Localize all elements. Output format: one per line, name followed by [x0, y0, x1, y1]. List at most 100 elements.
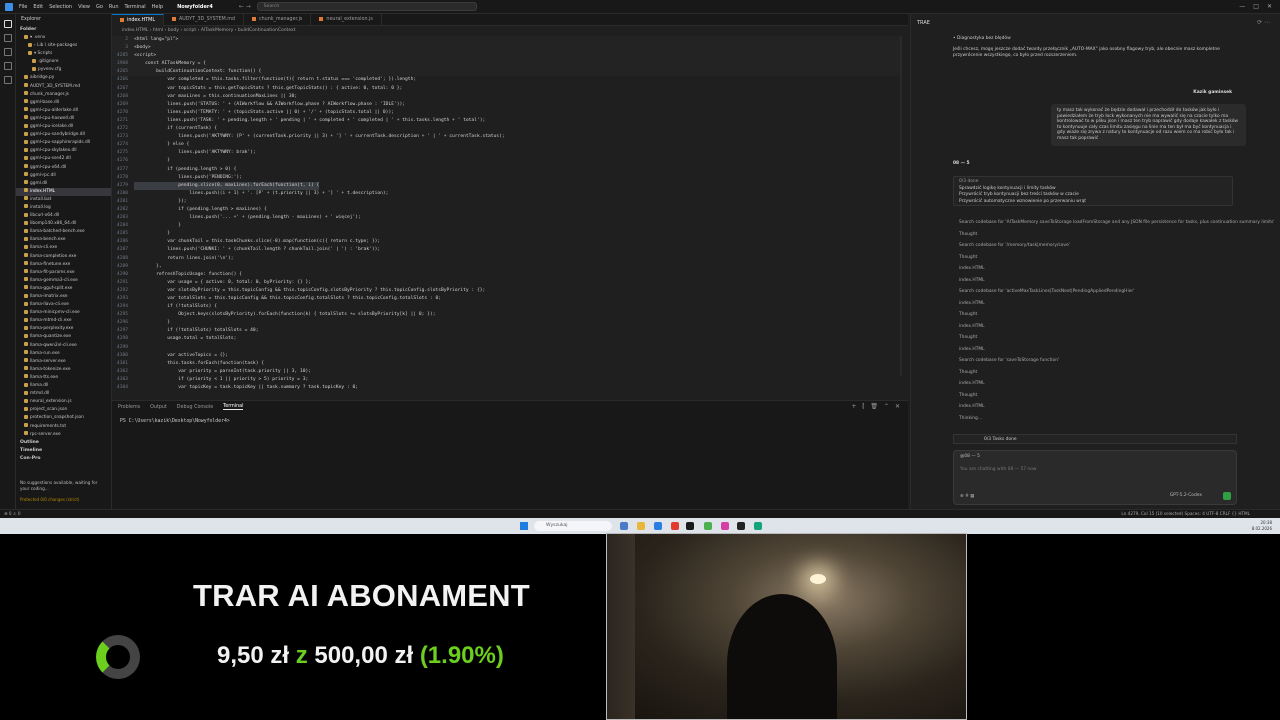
code-line[interactable]: 4286 var chunkTail = this.taskChunks.sli… [112, 238, 902, 246]
file-tree-item[interactable]: .gitignore [16, 58, 111, 66]
maximize-panel-icon[interactable]: ⌃ [884, 403, 889, 411]
file-tree-item[interactable]: llama-bench.exe [16, 236, 111, 244]
file-tree-item[interactable]: llama-run.exe [16, 350, 111, 358]
trash-icon[interactable]: 🗑 [870, 403, 878, 411]
file-tree-item[interactable]: llama-cli.exe [16, 244, 111, 252]
file-tree-item[interactable]: llama-tokenize.exe [16, 366, 111, 374]
panel-tab[interactable]: Terminal [223, 404, 244, 410]
code-line[interactable]: 4284 } [112, 222, 902, 230]
file-tree-item[interactable]: ▾ .venv [16, 34, 111, 42]
file-tree-item[interactable]: llama-qwen2vl-cli.exe [16, 342, 111, 350]
panel-tab[interactable]: Problems [118, 405, 140, 410]
code-line[interactable]: 4269 lines.push('STATUS: ' + (AIWorkflow… [112, 101, 902, 109]
code-line[interactable]: 4279 pending.slice(0, maxLines).forEach(… [112, 181, 902, 190]
agent-log-entry[interactable]: index.HTML [959, 381, 985, 387]
file-tree-item[interactable]: install.log [16, 204, 111, 212]
code-line[interactable]: 4274 } else { [112, 141, 902, 149]
menu-item[interactable]: Run [109, 4, 119, 10]
menu-item[interactable]: File [19, 4, 27, 10]
file-tree-item[interactable]: llama-minicpmv-cli.exe [16, 309, 111, 317]
file-tree-item[interactable]: project_scan.json [16, 406, 111, 414]
code-line[interactable]: 4281 }); [112, 198, 902, 206]
code-line[interactable]: 4292 var slotsByPriority = this.topicCon… [112, 287, 902, 295]
tasks-progress[interactable]: 0/3 Tasks done [953, 434, 1237, 444]
editor-tab[interactable]: index.HTML [112, 14, 164, 26]
file-tree-item[interactable]: ggml-cpu-sandybridge.dll [16, 131, 111, 139]
agent-log-entry[interactable]: Thought [959, 370, 977, 376]
extension-section[interactable]: Con-Pro [16, 455, 111, 463]
code-line[interactable]: 4302 var priority = parseInt(task.priori… [112, 368, 902, 376]
file-tree-item[interactable]: pyvenv.cfg [16, 66, 111, 74]
file-tree-item[interactable]: neural_extension.js [16, 398, 111, 406]
file-tree-item[interactable]: ggml-cpu-x64.dll [16, 164, 111, 172]
menu-item[interactable]: Terminal [125, 4, 146, 10]
code-line[interactable]: 4288 return lines.join('\n'); [112, 255, 902, 263]
chat-input[interactable]: @08 — 5 You are chatting with 08 — 57 no… [953, 450, 1237, 505]
outline-section[interactable]: Outline [16, 439, 111, 447]
file-tree-item[interactable]: llama-completion.exe [16, 253, 111, 261]
send-icon[interactable] [1223, 492, 1231, 500]
menu-item[interactable]: Go [96, 4, 103, 10]
file-tree-item[interactable]: › Lib \ site-packages [16, 42, 111, 50]
code-line[interactable]: 4298 usage.total = totalSlots; [112, 335, 902, 343]
file-tree-item[interactable]: install.bat [16, 196, 111, 204]
breadcrumb[interactable]: index.HTML › html › body › script › AITa… [112, 26, 908, 35]
file-tree-item[interactable]: chunk_manager.js [16, 91, 111, 99]
code-line[interactable]: 4290 refreshTopicUsage: function() { [112, 271, 902, 279]
agent-log-entry[interactable]: index.HTML [959, 278, 985, 284]
context-chip[interactable]: @08 — 5 [960, 454, 980, 459]
agent-log-entry[interactable]: Search codebase for 'activeMaxTaskLines|… [959, 289, 1134, 295]
agent-log-entry[interactable]: Thought [959, 312, 977, 318]
file-tree-item[interactable]: ggml-rpc.dll [16, 172, 111, 180]
code-line[interactable]: 2 <html lang="pl"> [112, 36, 902, 45]
app-icon[interactable] [686, 522, 694, 530]
file-tree-item[interactable]: ggml-cpu-sse42.dll [16, 155, 111, 163]
code-line[interactable]: 4270 lines.push('TEMATY: ' + (topicStats… [112, 109, 902, 117]
code-line[interactable]: 4272 if (currentTask) { [112, 125, 902, 133]
agent-log-entry[interactable]: index.HTML [959, 266, 985, 272]
file-tree-item[interactable]: llama-tts.exe [16, 374, 111, 382]
agent-log-entry[interactable]: Thought [959, 393, 977, 399]
code-line[interactable]: 4277 if (pending.length > 0) { [112, 166, 902, 174]
panel-tab[interactable]: Output [150, 405, 167, 410]
app2-icon[interactable] [704, 522, 712, 530]
editor-tab[interactable]: AUDYT_3D_SYSTEM.md [164, 14, 244, 26]
search-icon[interactable] [3, 34, 12, 42]
code-line[interactable]: 4283 lines.push('... +' + (pending.lengt… [112, 214, 902, 222]
explorer-root-folder[interactable]: Folder [16, 26, 111, 34]
file-tree-item[interactable]: AUDYT_3D_SYSTEM.md [16, 83, 111, 91]
code-line[interactable]: 4271 lines.push('TASK: ' + pending.lengt… [112, 117, 902, 125]
code-line[interactable]: 3 <body> [112, 44, 902, 53]
agent-log-entry[interactable]: index.HTML [959, 301, 985, 307]
add-terminal-icon[interactable]: + [851, 403, 856, 411]
file-tree-item[interactable]: llama-gguf-split.exe [16, 285, 111, 293]
terminal-icon[interactable] [737, 522, 745, 530]
split-terminal-icon[interactable]: ⫿ [862, 403, 864, 411]
file-tree-item[interactable]: llama-server.exe [16, 358, 111, 366]
command-search-input[interactable]: Search [256, 2, 477, 11]
file-tree-item[interactable]: ggml-cpu-alderlake.dll [16, 107, 111, 115]
agent-log-entry[interactable]: index.HTML [959, 347, 985, 353]
close-icon[interactable]: ✕ [1267, 3, 1272, 10]
file-tree-item[interactable]: llama-perplexity.exe [16, 325, 111, 333]
project-name[interactable]: Nowyfolder4 [177, 4, 213, 10]
chat-placeholder[interactable]: You are chatting with 08 — 57 now [960, 467, 1037, 472]
file-tree-item[interactable]: llama-quantize.exe [16, 333, 111, 341]
file-tree-item[interactable]: ggml.dll [16, 180, 111, 188]
code-line[interactable]: 4287 lines.push('CHUNKI: ' + (chunkTail.… [112, 246, 902, 254]
file-tree-item[interactable]: ggml-cpu-skylakex.dll [16, 147, 111, 155]
code-line[interactable]: 4304 var topicKey = task.topicKey || tas… [112, 384, 902, 392]
chrome-icon[interactable] [671, 522, 679, 530]
file-tree-item[interactable]: rpc-server.exe [16, 431, 111, 439]
code-line[interactable]: 4303 if (priority < 1 || priority > 5) p… [112, 376, 902, 384]
input-tools-icons[interactable]: ⊕ # ▦ [960, 494, 974, 499]
file-tree-item[interactable]: llama-batched-bench.exe [16, 228, 111, 236]
file-tree-item[interactable]: ggml-base.dll [16, 99, 111, 107]
code-line[interactable]: 4265 buildContinuationContext: function(… [112, 68, 902, 77]
menu-item[interactable]: Edit [33, 4, 43, 10]
code-line[interactable]: 4299 [112, 344, 902, 352]
close-panel-icon[interactable]: ✕ [895, 403, 900, 411]
clock[interactable]: 20:38 8.02.2026 [1252, 520, 1272, 531]
file-tree-item[interactable]: llama-imatrix.exe [16, 293, 111, 301]
file-tree-item[interactable]: mtmd.dll [16, 390, 111, 398]
